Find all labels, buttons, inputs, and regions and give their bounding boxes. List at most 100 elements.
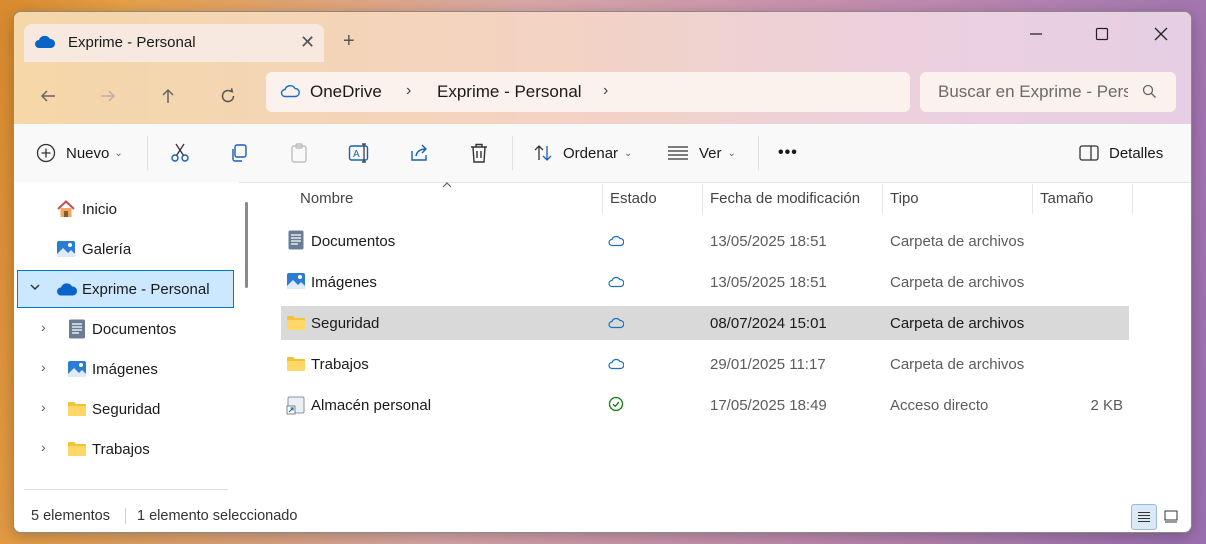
divider xyxy=(147,136,148,170)
divider xyxy=(125,508,126,524)
table-row[interactable]: Almacén personal 17/05/2025 18:49 Acceso… xyxy=(281,388,1129,422)
cloud-status-icon xyxy=(608,316,625,333)
up-button[interactable] xyxy=(154,82,182,110)
chevron-down-icon[interactable] xyxy=(29,281,41,296)
column-divider[interactable] xyxy=(702,184,703,214)
chevron-right-icon[interactable]: › xyxy=(41,319,46,335)
details-pane-icon xyxy=(1079,145,1099,161)
view-button[interactable]: Ver ⌄ xyxy=(667,140,736,166)
sidebar-scrollbar[interactable] xyxy=(245,202,248,288)
column-header-modified[interactable]: Fecha de modificación xyxy=(710,182,860,214)
chevron-right-icon[interactable]: › xyxy=(41,439,46,455)
search-box[interactable] xyxy=(920,72,1176,112)
sort-ascending-icon xyxy=(442,176,452,194)
details-pane-button[interactable]: Detalles xyxy=(1079,140,1163,166)
sidebar-item-label: Exprime - Personal xyxy=(82,280,210,298)
file-list: Nombre Estado Fecha de modificación Tipo… xyxy=(258,182,1191,500)
column-divider[interactable] xyxy=(882,184,883,214)
file-name: Almacén personal xyxy=(311,397,432,414)
details-view-button[interactable] xyxy=(1131,504,1157,530)
column-header-type[interactable]: Tipo xyxy=(890,182,919,214)
search-icon[interactable] xyxy=(1142,84,1157,104)
sidebar-item-seguridad[interactable]: › Seguridad xyxy=(14,390,236,428)
sidebar-item-galeria[interactable]: Galería xyxy=(14,230,236,268)
status-bar: 5 elementos 1 elemento seleccionado xyxy=(14,500,1191,532)
chevron-right-icon[interactable]: › xyxy=(41,399,46,415)
shortcut-icon xyxy=(286,395,306,419)
refresh-button[interactable] xyxy=(214,82,242,110)
rename-button[interactable]: A xyxy=(348,140,372,166)
file-name: Seguridad xyxy=(311,315,380,332)
file-type: Carpeta de archivos xyxy=(890,315,1025,332)
column-divider[interactable] xyxy=(602,184,603,214)
sort-button[interactable]: Ordenar ⌄ xyxy=(533,140,632,166)
file-name: Trabajos xyxy=(311,356,369,373)
file-modified: 13/05/2025 18:51 xyxy=(710,274,827,291)
sidebar-item-documentos[interactable]: › Documentos xyxy=(14,310,236,348)
table-row[interactable]: Documentos 13/05/2025 18:51 Carpeta de a… xyxy=(281,224,1129,258)
tiles-view-button[interactable] xyxy=(1159,504,1183,528)
tab-exprime-personal[interactable]: Exprime - Personal ✕ xyxy=(24,24,324,62)
navigation-bar: OneDrive › Exprime - Personal › xyxy=(14,72,1191,122)
details-label: Detalles xyxy=(1109,144,1164,162)
item-count: 5 elementos xyxy=(31,508,110,524)
table-row[interactable]: Trabajos 29/01/2025 11:17 Carpeta de arc… xyxy=(281,347,1129,381)
file-modified: 08/07/2024 15:01 xyxy=(710,315,827,332)
command-bar: Nuevo ⌄ A Ordenar ⌄ Ver ⌄ ••• Detalles xyxy=(14,124,1191,183)
sidebar-item-label: Galería xyxy=(82,240,132,258)
file-type: Carpeta de archivos xyxy=(890,274,1025,291)
more-options-button[interactable]: ••• xyxy=(778,140,798,166)
cut-button[interactable] xyxy=(169,140,191,166)
copy-button[interactable] xyxy=(229,140,249,166)
sidebar-item-label: Seguridad xyxy=(92,400,161,418)
minimize-button[interactable] xyxy=(1024,22,1048,46)
sidebar-item-exprime-personal[interactable]: Exprime - Personal xyxy=(17,270,234,308)
column-divider[interactable] xyxy=(1032,184,1033,214)
search-input[interactable] xyxy=(938,82,1128,102)
tiles-view-icon xyxy=(1164,510,1178,522)
column-header-size[interactable]: Tamaño xyxy=(1040,182,1093,214)
forward-button[interactable] xyxy=(94,82,122,110)
pictures-icon xyxy=(67,359,87,383)
column-header-status[interactable]: Estado xyxy=(610,182,657,214)
file-name: Documentos xyxy=(311,233,396,250)
file-modified: 29/01/2025 11:17 xyxy=(710,356,826,373)
close-tab-icon[interactable]: ✕ xyxy=(300,32,315,53)
table-row[interactable]: Imágenes 13/05/2025 18:51 Carpeta de arc… xyxy=(281,265,1129,299)
navigation-pane: Inicio Galería Exprime - Personal › Docu… xyxy=(14,182,239,500)
cloud-status-icon xyxy=(608,275,625,292)
column-divider[interactable] xyxy=(1132,184,1133,214)
chevron-right-icon[interactable]: › xyxy=(41,359,46,375)
clipboard-icon xyxy=(291,143,307,163)
chevron-right-icon[interactable]: › xyxy=(603,82,608,100)
trash-icon xyxy=(471,143,487,163)
onedrive-cloud-icon xyxy=(34,34,56,55)
table-row-selected[interactable]: Seguridad 08/07/2024 15:01 Carpeta de ar… xyxy=(281,306,1129,340)
delete-button[interactable] xyxy=(469,140,489,166)
close-window-button[interactable] xyxy=(1149,22,1173,46)
sidebar-item-trabajos[interactable]: › Trabajos xyxy=(14,430,236,468)
sidebar-item-imagenes[interactable]: › Imágenes xyxy=(14,350,236,388)
new-tab-button[interactable]: + xyxy=(343,30,355,53)
sidebar-item-label: Trabajos xyxy=(92,440,150,458)
address-bar[interactable]: OneDrive › Exprime - Personal › xyxy=(266,72,910,112)
svg-text:A: A xyxy=(353,149,360,160)
file-name: Imágenes xyxy=(311,274,377,291)
sidebar-item-inicio[interactable]: Inicio xyxy=(14,190,236,228)
chevron-right-icon[interactable]: › xyxy=(406,82,411,100)
file-type: Carpeta de archivos xyxy=(890,233,1025,250)
maximize-button[interactable] xyxy=(1090,22,1114,46)
folder-icon xyxy=(286,356,306,376)
back-button[interactable] xyxy=(34,82,62,110)
breadcrumb-onedrive[interactable]: OneDrive xyxy=(310,82,382,102)
selection-count: 1 elemento seleccionado xyxy=(137,508,298,524)
column-header-name[interactable]: Nombre xyxy=(300,182,353,214)
share-icon xyxy=(411,144,427,161)
synced-check-icon xyxy=(608,396,624,416)
pictures-icon xyxy=(286,271,306,295)
breadcrumb-exprime-personal[interactable]: Exprime - Personal xyxy=(437,82,582,102)
new-button[interactable]: Nuevo ⌄ xyxy=(36,140,123,166)
paste-button[interactable] xyxy=(289,140,309,166)
share-button[interactable] xyxy=(409,140,431,166)
file-size: 2 KB xyxy=(1090,397,1123,414)
